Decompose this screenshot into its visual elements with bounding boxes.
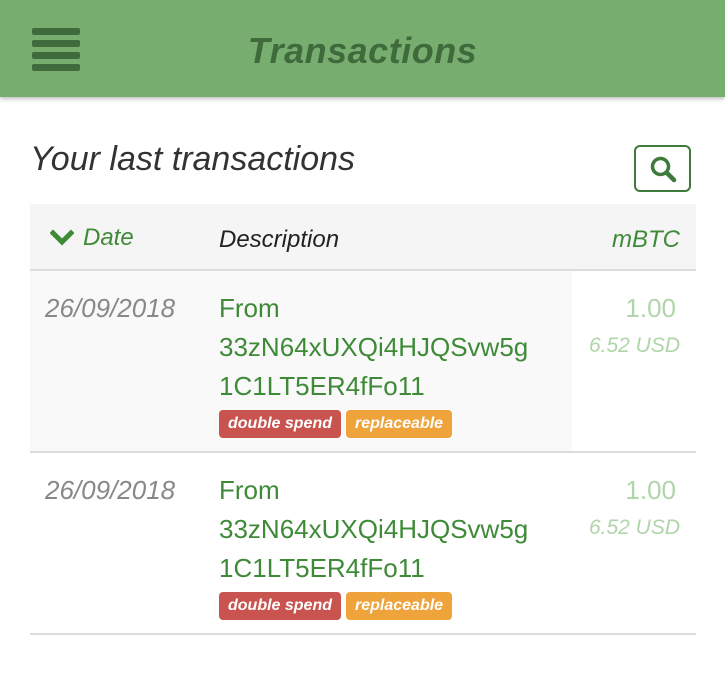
table-row[interactable]: 26/09/2018 From 33zN64xUXQi4HJQSvw5g 1C1… xyxy=(30,271,696,453)
description-header: Description xyxy=(219,226,340,253)
replaceable-badge: replaceable xyxy=(346,592,453,620)
double-spend-badge: double spend xyxy=(219,410,341,438)
double-spend-badge: double spend xyxy=(219,592,341,620)
amount-mbtc: 1.00 xyxy=(625,293,676,323)
amount-usd: 6.52 USD xyxy=(588,516,680,539)
page-title: Transactions xyxy=(247,30,478,71)
replaceable-badge: replaceable xyxy=(346,410,453,438)
app-bar: Transactions xyxy=(0,0,725,97)
amount-cell: 1.00 6.52 USD xyxy=(572,271,696,451)
transaction-date: 26/09/2018 xyxy=(45,293,176,323)
amount-cell: 1.00 6.52 USD xyxy=(572,453,696,633)
search-button[interactable] xyxy=(634,145,691,192)
transaction-description: From 33zN64xUXQi4HJQSvw5g 1C1LT5ER4fFo11… xyxy=(219,471,559,620)
badge-group: double spend replaceable xyxy=(219,410,559,438)
description-line: 33zN64xUXQi4HJQSvw5g xyxy=(219,332,529,362)
amount-usd: 6.52 USD xyxy=(588,334,680,357)
description-line: 1C1LT5ER4fFo11 xyxy=(219,553,425,583)
description-line: 33zN64xUXQi4HJQSvw5g xyxy=(219,514,529,544)
sort-by-date-header[interactable]: Date xyxy=(50,224,134,252)
description-line: From xyxy=(219,293,280,323)
transaction-date: 26/09/2018 xyxy=(45,475,176,505)
amount-mbtc: 1.00 xyxy=(625,475,676,505)
description-line: 1C1LT5ER4fFo11 xyxy=(219,371,425,401)
table-header: Date Description mBTC xyxy=(30,204,696,271)
chevron-down-icon xyxy=(50,229,74,246)
search-icon xyxy=(650,156,676,182)
date-header-label: Date xyxy=(83,224,134,251)
badge-group: double spend replaceable xyxy=(219,592,559,620)
amount-header: mBTC xyxy=(612,226,680,253)
section-title: Your last transactions xyxy=(30,140,356,178)
description-line: From xyxy=(219,475,280,505)
table-row[interactable]: 26/09/2018 From 33zN64xUXQi4HJQSvw5g 1C1… xyxy=(30,453,696,635)
transaction-description: From 33zN64xUXQi4HJQSvw5g 1C1LT5ER4fFo11… xyxy=(219,289,559,438)
